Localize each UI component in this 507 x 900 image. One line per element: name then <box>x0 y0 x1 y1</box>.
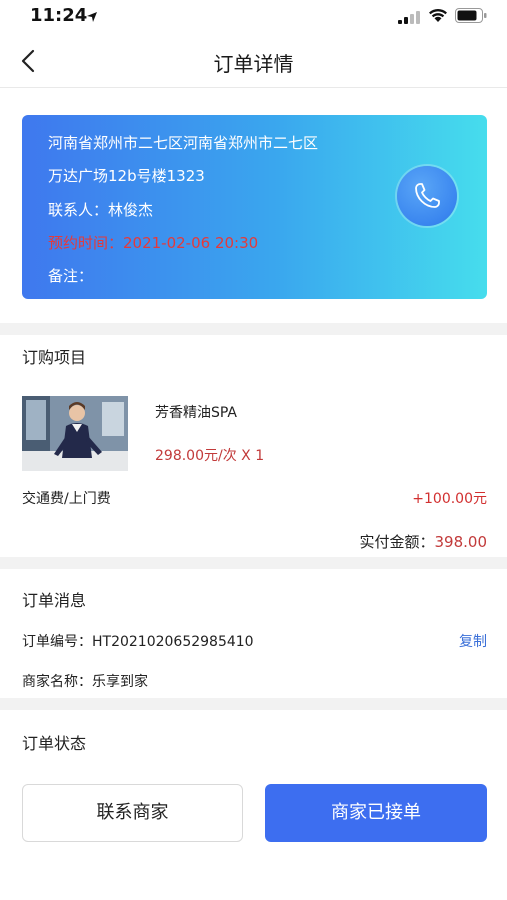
status-time: 11:24 <box>30 5 88 26</box>
order-note: 备注： <box>48 267 94 285</box>
fee-label: 交通费/上门费 <box>22 491 111 507</box>
cellular-signal-icon <box>398 9 420 28</box>
product-image <box>22 396 128 471</box>
address-line-2: 万达广场12b号楼1323 <box>48 167 205 185</box>
order-status-title: 订单状态 <box>22 734 87 753</box>
merchant-name: 商家名称：乐享到家 <box>22 674 148 690</box>
battery-icon <box>455 8 487 27</box>
status-bar: 11:24 <box>0 0 507 34</box>
merchant-accepted-button[interactable]: 商家已接单 <box>265 784 487 842</box>
call-button[interactable] <box>397 166 457 226</box>
section-divider <box>0 323 507 335</box>
total-label: 实付金额： <box>359 533 435 551</box>
copy-button[interactable]: 复制 <box>459 631 487 651</box>
total-row: 实付金额：398.00 <box>359 531 487 552</box>
address-card: 河南省郑州市二七区河南省郑州市二七区 万达广场12b号楼1323 联系人：林俊杰… <box>22 115 487 299</box>
total-amount: 398.00 <box>434 533 488 551</box>
wifi-icon <box>428 7 448 27</box>
location-arrow-icon <box>86 8 98 27</box>
product-name: 芳香精油SPA <box>155 405 238 421</box>
order-items-title: 订购项目 <box>22 348 87 367</box>
appointment-time: 预约时间：2021-02-06 20:30 <box>48 234 259 252</box>
phone-icon <box>415 183 440 208</box>
fee-value: +100.00元 <box>412 491 487 507</box>
order-info-title: 订单消息 <box>22 591 87 610</box>
section-divider <box>0 698 507 710</box>
section-divider <box>0 557 507 569</box>
order-number: 订单编号：HT2021020652985410 <box>22 634 254 650</box>
contact-merchant-button[interactable]: 联系商家 <box>22 784 243 842</box>
address-line-1: 河南省郑州市二七区河南省郑州市二七区 <box>48 134 319 152</box>
navbar: 订单详情 <box>0 34 507 88</box>
contact-name: 联系人：林俊杰 <box>48 201 154 219</box>
page-title: 订单详情 <box>213 52 294 76</box>
product-price: 298.00元/次 X 1 <box>155 448 265 464</box>
